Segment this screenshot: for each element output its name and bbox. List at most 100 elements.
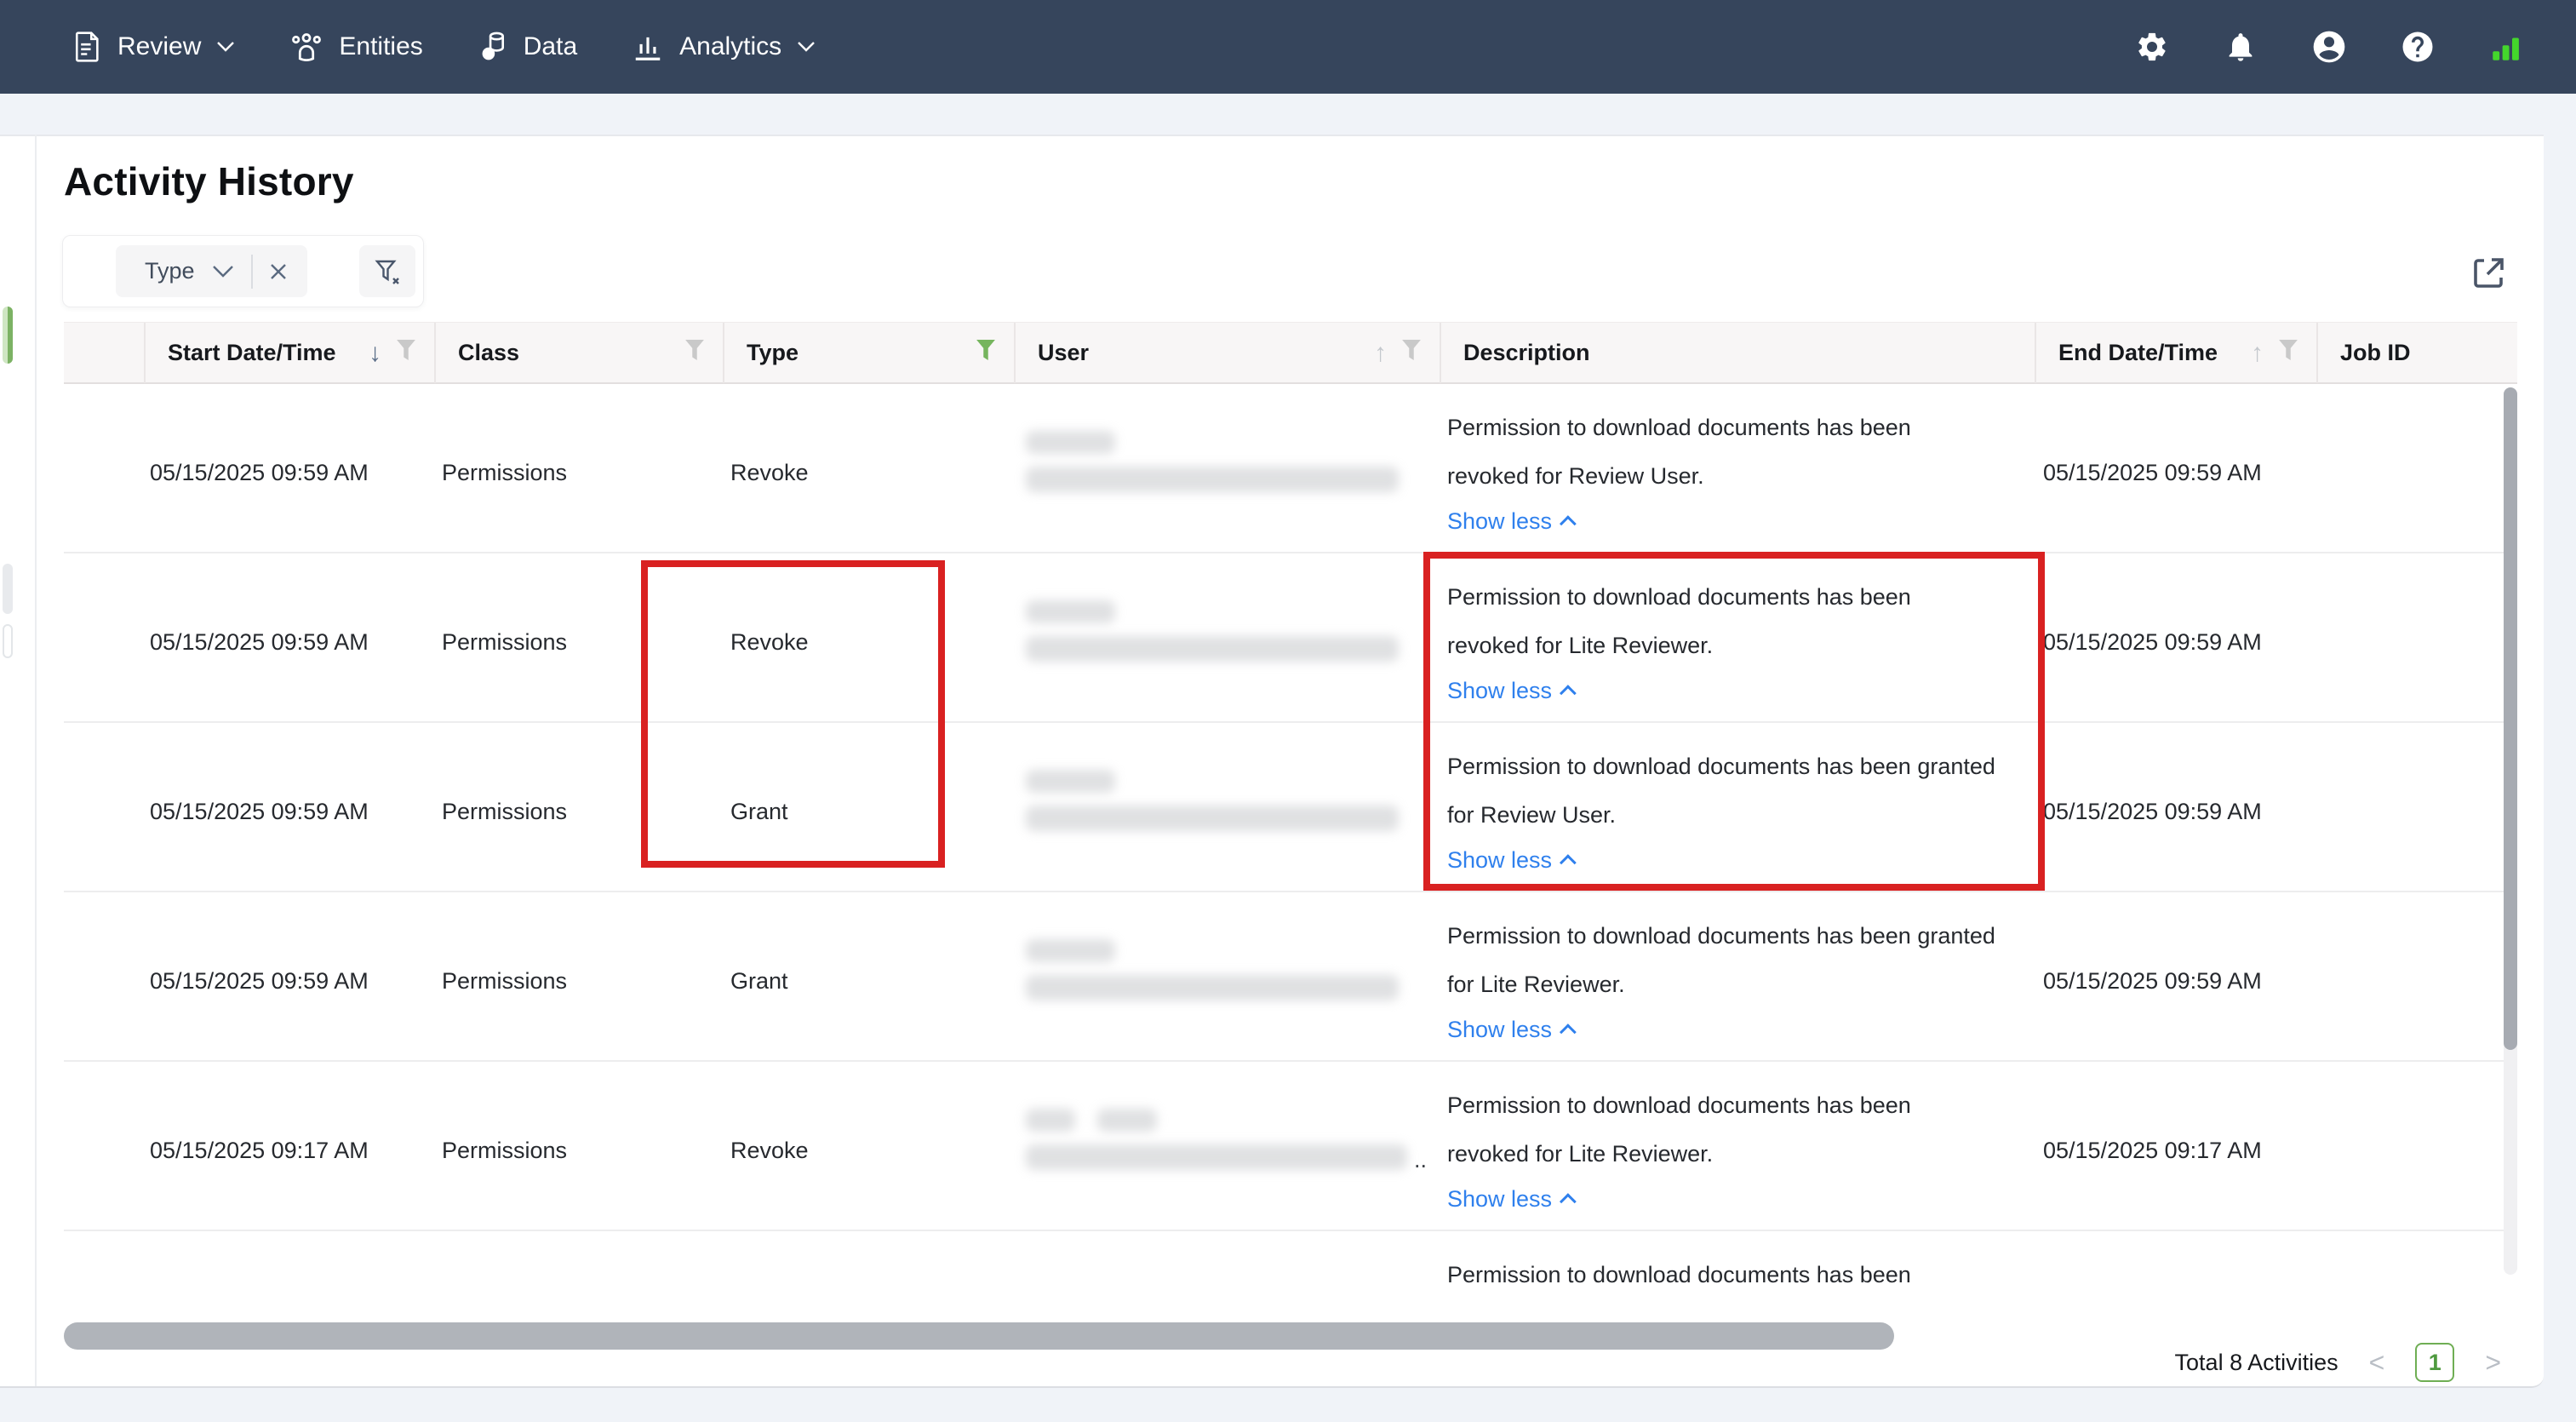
notifications-bell-icon[interactable] [2222,28,2259,66]
sort-ascending-icon[interactable]: ↑ [2251,341,2264,366]
show-less-link[interactable]: Show less [1447,1186,1576,1213]
chevron-down-icon [216,41,235,53]
class-cell: Permissions [442,1138,567,1164]
chevron-down-icon[interactable] [212,265,234,278]
vertical-scrollbar-thumb[interactable] [2504,387,2517,1050]
filter-funnel-icon-active[interactable] [976,340,995,366]
show-less-link[interactable]: Show less [1447,508,1576,535]
previous-page-icon[interactable]: < [2364,1347,2390,1379]
help-icon[interactable] [2399,28,2436,66]
settings-gear-icon[interactable] [2133,28,2171,66]
column-header-icons: ↑ [2251,340,2298,366]
filter-funnel-icon[interactable] [1402,340,1421,366]
clear-all-filters-button[interactable] [359,245,415,297]
export-icon [2469,252,2510,293]
nav-item-analytics[interactable]: Analytics [632,32,816,62]
end-date-cell: 05/15/2025 09:59 AM [2043,968,2262,995]
nav-item-review[interactable]: Review [73,31,235,63]
total-activities-label: Total 8 Activities [2175,1350,2338,1376]
page-title: Activity History [64,158,354,204]
chevron-up-icon [1560,1193,1577,1210]
description-text: Permission to download documents has bee… [1447,1092,1911,1119]
chevron-up-icon [1560,1023,1577,1041]
column-header-desc[interactable]: Description [1440,323,2035,383]
description-text: revoked for Review User. [1447,463,1704,490]
table-row-partial: Permission to download documents has bee… [64,1231,2517,1322]
chevron-down-icon [797,41,816,53]
sort-descending-icon[interactable]: ↓ [369,341,381,366]
analytics-icon [632,32,664,62]
column-header-type[interactable]: Type [723,323,1014,383]
filter-funnel-icon[interactable] [2279,340,2298,366]
column-header-job[interactable]: Job ID [2316,323,2517,383]
column-header-label: User [1038,340,1089,366]
column-header-label: Start Date/Time [168,340,336,366]
column-header-start[interactable]: Start Date/Time ↓ [144,323,434,383]
table-rows: 05/15/2025 09:59 AM Permissions Revoke Perm… [64,384,2517,1322]
description-text: revoked for Lite Reviewer. [1447,1141,1713,1167]
start-date-cell: 05/15/2025 09:59 AM [150,799,369,825]
filter-funnel-icon[interactable] [685,340,704,366]
type-filter-chip[interactable]: Type [116,245,307,297]
column-header-icons: ↑ [1374,340,1421,366]
entities-icon [289,32,323,62]
start-date-cell: 05/15/2025 09:59 AM [150,460,369,486]
nav-item-label: Entities [339,32,422,61]
user-email-redacted [1026,806,1399,831]
funnel-clear-icon [372,256,403,287]
user-name-redacted [1026,770,1115,793]
end-date-cell: 05/15/2025 09:59 AM [2043,799,2262,825]
remove-filter-icon[interactable] [270,263,287,280]
left-rail-divider [35,135,37,1386]
type-cell: Revoke [730,1138,809,1164]
nav-item-data[interactable]: Data [478,31,577,63]
user-email-redacted [1026,636,1399,662]
sort-ascending-icon[interactable]: ↑ [1374,341,1387,366]
table-row: 05/15/2025 09:59 AMPermissionsRevokePerm… [64,384,2517,553]
vertical-scrollbar-track[interactable] [2504,387,2517,1275]
current-page-button[interactable]: 1 [2415,1343,2454,1382]
nav-menu: Review Entities Data Analytics [0,31,816,63]
filter-funnel-icon[interactable] [397,340,415,366]
column-header-icons [976,340,995,366]
table-row: 05/15/2025 09:59 AMPermissionsRevokePerm… [64,553,2517,723]
column-header-class[interactable]: Class [434,323,723,383]
left-rail-tab[interactable] [3,564,13,614]
show-less-label: Show less [1447,1017,1552,1043]
nav-item-label: Analytics [679,32,781,61]
end-date-cell: 05/15/2025 09:59 AM [2043,460,2262,486]
nav-item-entities[interactable]: Entities [289,32,422,62]
type-cell: Grant [730,968,788,995]
column-header-label: End Date/Time [2058,340,2218,366]
description-text: for Lite Reviewer. [1447,972,1625,998]
end-date-cell: 05/15/2025 09:59 AM [2043,629,2262,656]
table-header: Start Date/Time ↓ Class Type User ↑ Descriptio… [64,322,2517,384]
description-text: Permission to download documents has bee… [1447,415,1911,441]
horizontal-scrollbar-thumb[interactable] [64,1322,1894,1350]
table-row: 05/15/2025 09:59 AM Permissions Grant Permi… [64,892,2517,1062]
show-less-link[interactable]: Show less [1447,1017,1576,1043]
description-column-highlight-box [1423,552,2045,891]
column-header-user[interactable]: User ↑ [1014,323,1440,383]
left-rail-tab[interactable] [3,624,13,658]
column-header-label: Type [747,340,799,366]
column-header-label: Description [1463,340,1590,366]
filter-chip-label: Type [145,258,195,284]
account-user-icon[interactable] [2310,28,2348,66]
column-header-end[interactable]: End Date/Time ↑ [2035,323,2316,383]
left-rail-tab-active[interactable] [3,307,13,364]
description-text: Permission to download documents has bee… [1447,923,1995,949]
type-column-highlight-box [641,560,945,868]
next-page-icon[interactable]: > [2480,1347,2506,1379]
class-cell: Permissions [442,629,567,656]
start-date-cell: 05/15/2025 09:59 AM [150,629,369,656]
table-row: 05/15/2025 09:17 AMPermissionsRevoke..Pe… [64,1062,2517,1231]
start-date-cell: 05/15/2025 09:59 AM [150,968,369,995]
column-header-label: Job ID [2340,340,2411,366]
connection-status-icon[interactable] [2487,28,2525,66]
class-cell: Permissions [442,968,567,995]
column-header-select[interactable] [64,323,144,383]
user-email-redacted [1026,467,1399,492]
start-date-cell: 05/15/2025 09:17 AM [150,1138,369,1164]
export-button[interactable] [2464,247,2515,298]
